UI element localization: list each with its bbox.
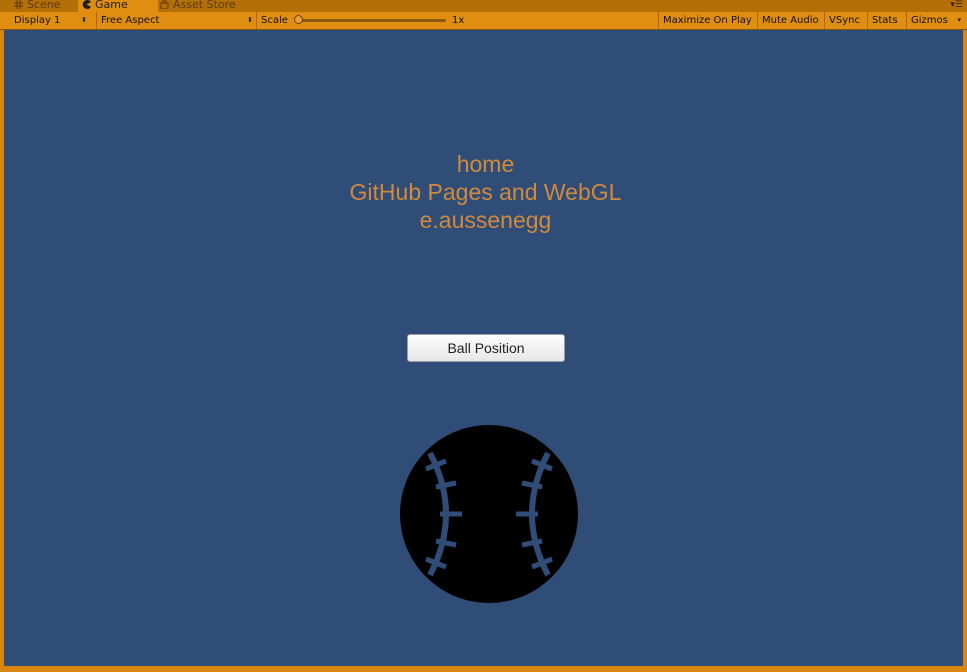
updown-arrow-icon: ⬍ (247, 16, 253, 24)
display-dropdown[interactable]: Display 1 ⬍ (10, 12, 90, 29)
game-view[interactable]: home GitHub Pages and WebGL e.aussenegg … (4, 30, 963, 666)
title-line-author: e.aussenegg (419, 207, 552, 233)
baseball-icon[interactable] (400, 425, 578, 603)
gizmos-dropdown[interactable]: Gizmos ▾ (906, 12, 964, 29)
gizmos-label: Gizmos (911, 15, 948, 26)
scale-slider-track[interactable] (298, 19, 446, 22)
title-line-home: home (456, 151, 515, 177)
tab-scene-label: Scene (27, 0, 61, 11)
mute-audio-toggle[interactable]: Mute Audio (757, 12, 823, 29)
store-icon (160, 0, 169, 9)
pacman-icon (82, 0, 91, 9)
maximize-on-play-toggle[interactable]: Maximize On Play (658, 12, 756, 29)
tab-asset-store-label: Asset Store (173, 0, 236, 11)
scale-slider-thumb[interactable] (294, 15, 303, 24)
ball-position-button[interactable]: Ball Position (407, 334, 565, 362)
tab-scene[interactable]: Scene (10, 0, 67, 12)
tab-bar: Scene Game Asset Store ▾☰ (0, 0, 967, 12)
scale-value: 1x (452, 15, 465, 26)
tab-game-label: Game (95, 0, 128, 11)
display-dropdown-value: Display 1 (14, 15, 61, 26)
vsync-toggle[interactable]: VSync (824, 12, 864, 29)
dropdown-arrow-icon: ▾ (957, 16, 961, 24)
tab-menu-icon[interactable]: ▾☰ (950, 0, 963, 10)
aspect-dropdown-value: Free Aspect (101, 15, 160, 26)
title-line-subtitle: GitHub Pages and WebGL (349, 179, 622, 205)
stats-toggle[interactable]: Stats (867, 12, 902, 29)
title-block: home GitHub Pages and WebGL e.aussenegg (4, 150, 967, 234)
aspect-dropdown[interactable]: Free Aspect ⬍ (96, 12, 256, 29)
tab-asset-store[interactable]: Asset Store (156, 0, 242, 12)
scale-label: Scale (256, 12, 292, 29)
grid-icon (14, 0, 23, 9)
tab-game[interactable]: Game (78, 0, 158, 12)
game-toolbar: Display 1 ⬍ Free Aspect ⬍ Scale 1x Maxim… (0, 12, 967, 30)
updown-arrow-icon: ⬍ (81, 16, 87, 24)
